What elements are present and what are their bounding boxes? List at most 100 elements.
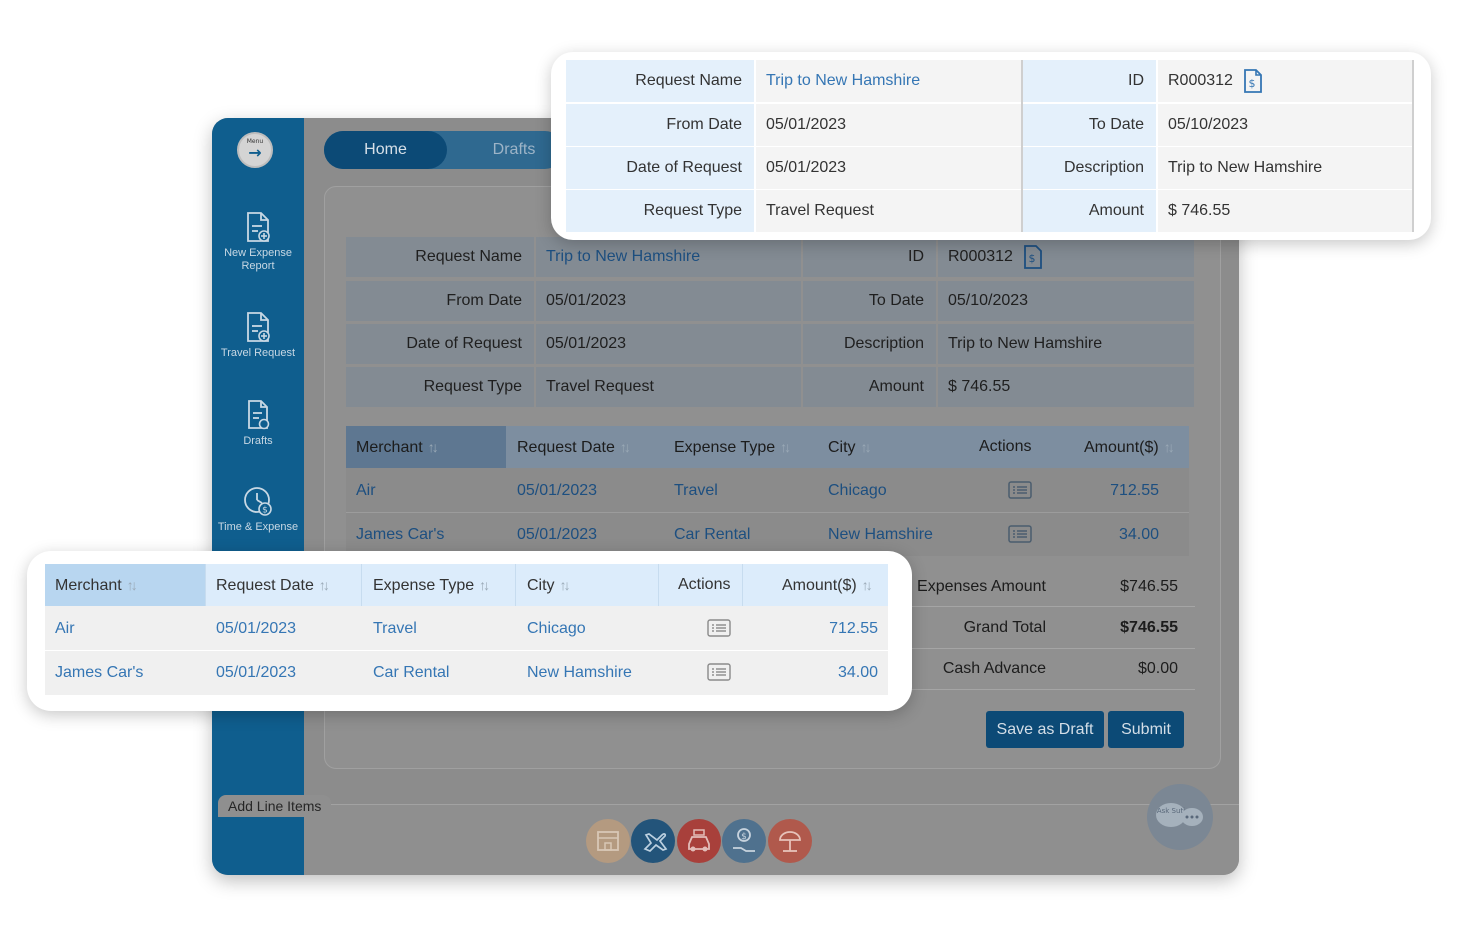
sort-icon[interactable]: ↑↓ bbox=[620, 426, 631, 468]
car-rental-icon[interactable] bbox=[677, 819, 721, 863]
value-amount: $ 746.55 bbox=[1158, 190, 1414, 232]
col-amount[interactable]: Amount($) ↑↓ bbox=[1084, 426, 1175, 469]
cell-city[interactable]: New Hamshire bbox=[828, 514, 933, 556]
cell-amount: 712.55 bbox=[1110, 482, 1159, 499]
sidebar-item-travel-request[interactable]: Travel Request bbox=[212, 311, 304, 360]
chat-bubble-icon: Ask Suti bbox=[1156, 803, 1203, 827]
col-request-date[interactable]: Request Date ↑↓ bbox=[517, 426, 631, 469]
col-expense-type-label: Expense Type bbox=[674, 439, 776, 456]
cell-type[interactable]: Car Rental bbox=[674, 514, 750, 556]
label-to-date: To Date bbox=[803, 281, 936, 321]
arrow-right-icon: → bbox=[248, 143, 262, 162]
value-id-cell: R000312 $ bbox=[1158, 60, 1414, 102]
col-merchant[interactable]: Merchant ↑↓ bbox=[356, 426, 439, 469]
submit-button[interactable]: Submit bbox=[1108, 711, 1184, 748]
list-icon[interactable] bbox=[1008, 525, 1032, 543]
sort-icon[interactable]: ↑↓ bbox=[560, 564, 571, 606]
sort-icon[interactable]: ↑↓ bbox=[1164, 426, 1175, 468]
label-from-date: From Date bbox=[566, 104, 754, 146]
money-hand-icon[interactable]: $ bbox=[722, 819, 766, 863]
cell-merchant[interactable]: James Car's bbox=[55, 652, 143, 694]
menu-button[interactable]: Menu → bbox=[237, 132, 273, 168]
cell-date[interactable]: 05/01/2023 bbox=[517, 470, 597, 512]
label-description: Description bbox=[803, 324, 936, 364]
col-request-date-label: Request Date bbox=[517, 439, 615, 456]
col-expense-type[interactable]: Expense Type ↑↓ bbox=[373, 564, 490, 607]
clock-dollar-icon: $ bbox=[244, 487, 272, 516]
sort-icon[interactable]: ↑↓ bbox=[780, 426, 791, 468]
svg-text:$: $ bbox=[741, 832, 747, 842]
hotel-icon[interactable] bbox=[586, 819, 630, 863]
sidebar-item-label: New Expense bbox=[224, 247, 292, 259]
svg-text:$: $ bbox=[262, 506, 268, 516]
sort-icon[interactable]: ↑↓ bbox=[127, 564, 138, 606]
label-expenses-amount: Expenses Amount bbox=[917, 578, 1046, 595]
list-icon[interactable] bbox=[707, 663, 731, 681]
svg-text:$: $ bbox=[1029, 252, 1036, 265]
sidebar-item-label-2: Report bbox=[241, 260, 275, 272]
cell-date[interactable]: 05/01/2023 bbox=[216, 608, 296, 650]
cell-city[interactable]: Chicago bbox=[527, 608, 586, 650]
sidebar-item-time-expense[interactable]: $ Time & Expense bbox=[212, 485, 304, 534]
doc-plus-icon bbox=[247, 212, 270, 242]
sort-icon[interactable]: ↑↓ bbox=[428, 426, 439, 468]
value-request-name[interactable]: Trip to New Hamshire bbox=[756, 60, 1021, 102]
table-header: Merchant ↑↓ Request Date ↑↓ Expense Type ↑↓… bbox=[45, 564, 888, 606]
chat-assistant-button[interactable]: Ask Suti bbox=[1147, 784, 1213, 850]
tab-home[interactable]: Home bbox=[324, 131, 447, 169]
list-icon[interactable] bbox=[707, 619, 731, 637]
cell-type[interactable]: Travel bbox=[674, 470, 718, 512]
svg-text:$: $ bbox=[1249, 77, 1256, 90]
receipt-dollar-icon[interactable]: $ bbox=[1023, 244, 1043, 269]
col-merchant[interactable]: Merchant ↑↓ bbox=[55, 564, 138, 607]
sort-icon[interactable]: ↑↓ bbox=[479, 564, 490, 606]
sort-icon[interactable]: ↑↓ bbox=[861, 426, 872, 468]
sort-icon[interactable]: ↑↓ bbox=[862, 564, 873, 606]
value-cash-advance: $0.00 bbox=[1137, 660, 1178, 677]
col-city[interactable]: City ↑↓ bbox=[828, 426, 872, 469]
cell-merchant[interactable]: Air bbox=[55, 608, 75, 650]
airplane-icon[interactable] bbox=[631, 819, 675, 863]
value-from-date: 05/01/2023 bbox=[756, 104, 1021, 146]
label-grand-total: Grand Total bbox=[963, 619, 1046, 636]
cell-city[interactable]: Chicago bbox=[828, 470, 887, 512]
col-request-date[interactable]: Request Date ↑↓ bbox=[216, 564, 330, 607]
table-body: Air 05/01/2023 Travel Chicago 712.55 Jam… bbox=[346, 468, 1189, 556]
col-actions: Actions bbox=[678, 576, 731, 593]
column-divider bbox=[1021, 60, 1023, 232]
doc-edit-icon bbox=[248, 400, 270, 430]
cell-merchant[interactable]: James Car's bbox=[356, 514, 444, 556]
list-icon[interactable] bbox=[1008, 481, 1032, 499]
doc-plus-icon bbox=[247, 312, 270, 342]
value-request-type: Travel Request bbox=[536, 367, 801, 407]
label-id: ID bbox=[1023, 60, 1156, 102]
cell-type[interactable]: Car Rental bbox=[373, 652, 449, 694]
value-request-name[interactable]: Trip to New Hamshire bbox=[536, 237, 801, 277]
col-expense-type-label: Expense Type bbox=[373, 577, 475, 594]
col-city[interactable]: City ↑↓ bbox=[527, 564, 571, 607]
sort-icon[interactable]: ↑↓ bbox=[319, 564, 330, 606]
cell-type[interactable]: Travel bbox=[373, 608, 417, 650]
beach-umbrella-icon[interactable] bbox=[768, 819, 812, 863]
cell-merchant[interactable]: Air bbox=[356, 470, 376, 512]
tab-drafts[interactable]: Drafts bbox=[469, 131, 559, 169]
sidebar-item-drafts[interactable]: Drafts bbox=[212, 399, 304, 448]
cell-date[interactable]: 05/01/2023 bbox=[216, 652, 296, 694]
value-id: R000312 bbox=[948, 248, 1013, 265]
receipt-dollar-icon[interactable]: $ bbox=[1243, 68, 1263, 93]
value-description: Trip to New Hamshire bbox=[938, 324, 1194, 364]
col-expense-type[interactable]: Expense Type ↑↓ bbox=[674, 426, 791, 469]
request-info-callout: Request Name Trip to New Hamshire ID R00… bbox=[551, 52, 1431, 240]
cell-city[interactable]: New Hamshire bbox=[527, 652, 632, 694]
value-request-type: Travel Request bbox=[756, 190, 1021, 232]
cell-date[interactable]: 05/01/2023 bbox=[517, 514, 597, 556]
value-to-date: 05/10/2023 bbox=[938, 281, 1194, 321]
value-date-of-request: 05/01/2023 bbox=[536, 324, 801, 364]
label-amount: Amount bbox=[803, 367, 936, 407]
col-amount[interactable]: Amount($) ↑↓ bbox=[782, 564, 873, 607]
col-actions: Actions bbox=[979, 438, 1032, 455]
add-line-items-tab[interactable]: Add Line Items bbox=[218, 795, 332, 817]
sidebar-item-new-expense-report[interactable]: New Expense Report bbox=[212, 211, 304, 273]
value-description: Trip to New Hamshire bbox=[1158, 147, 1414, 189]
save-as-draft-button[interactable]: Save as Draft bbox=[986, 711, 1104, 748]
